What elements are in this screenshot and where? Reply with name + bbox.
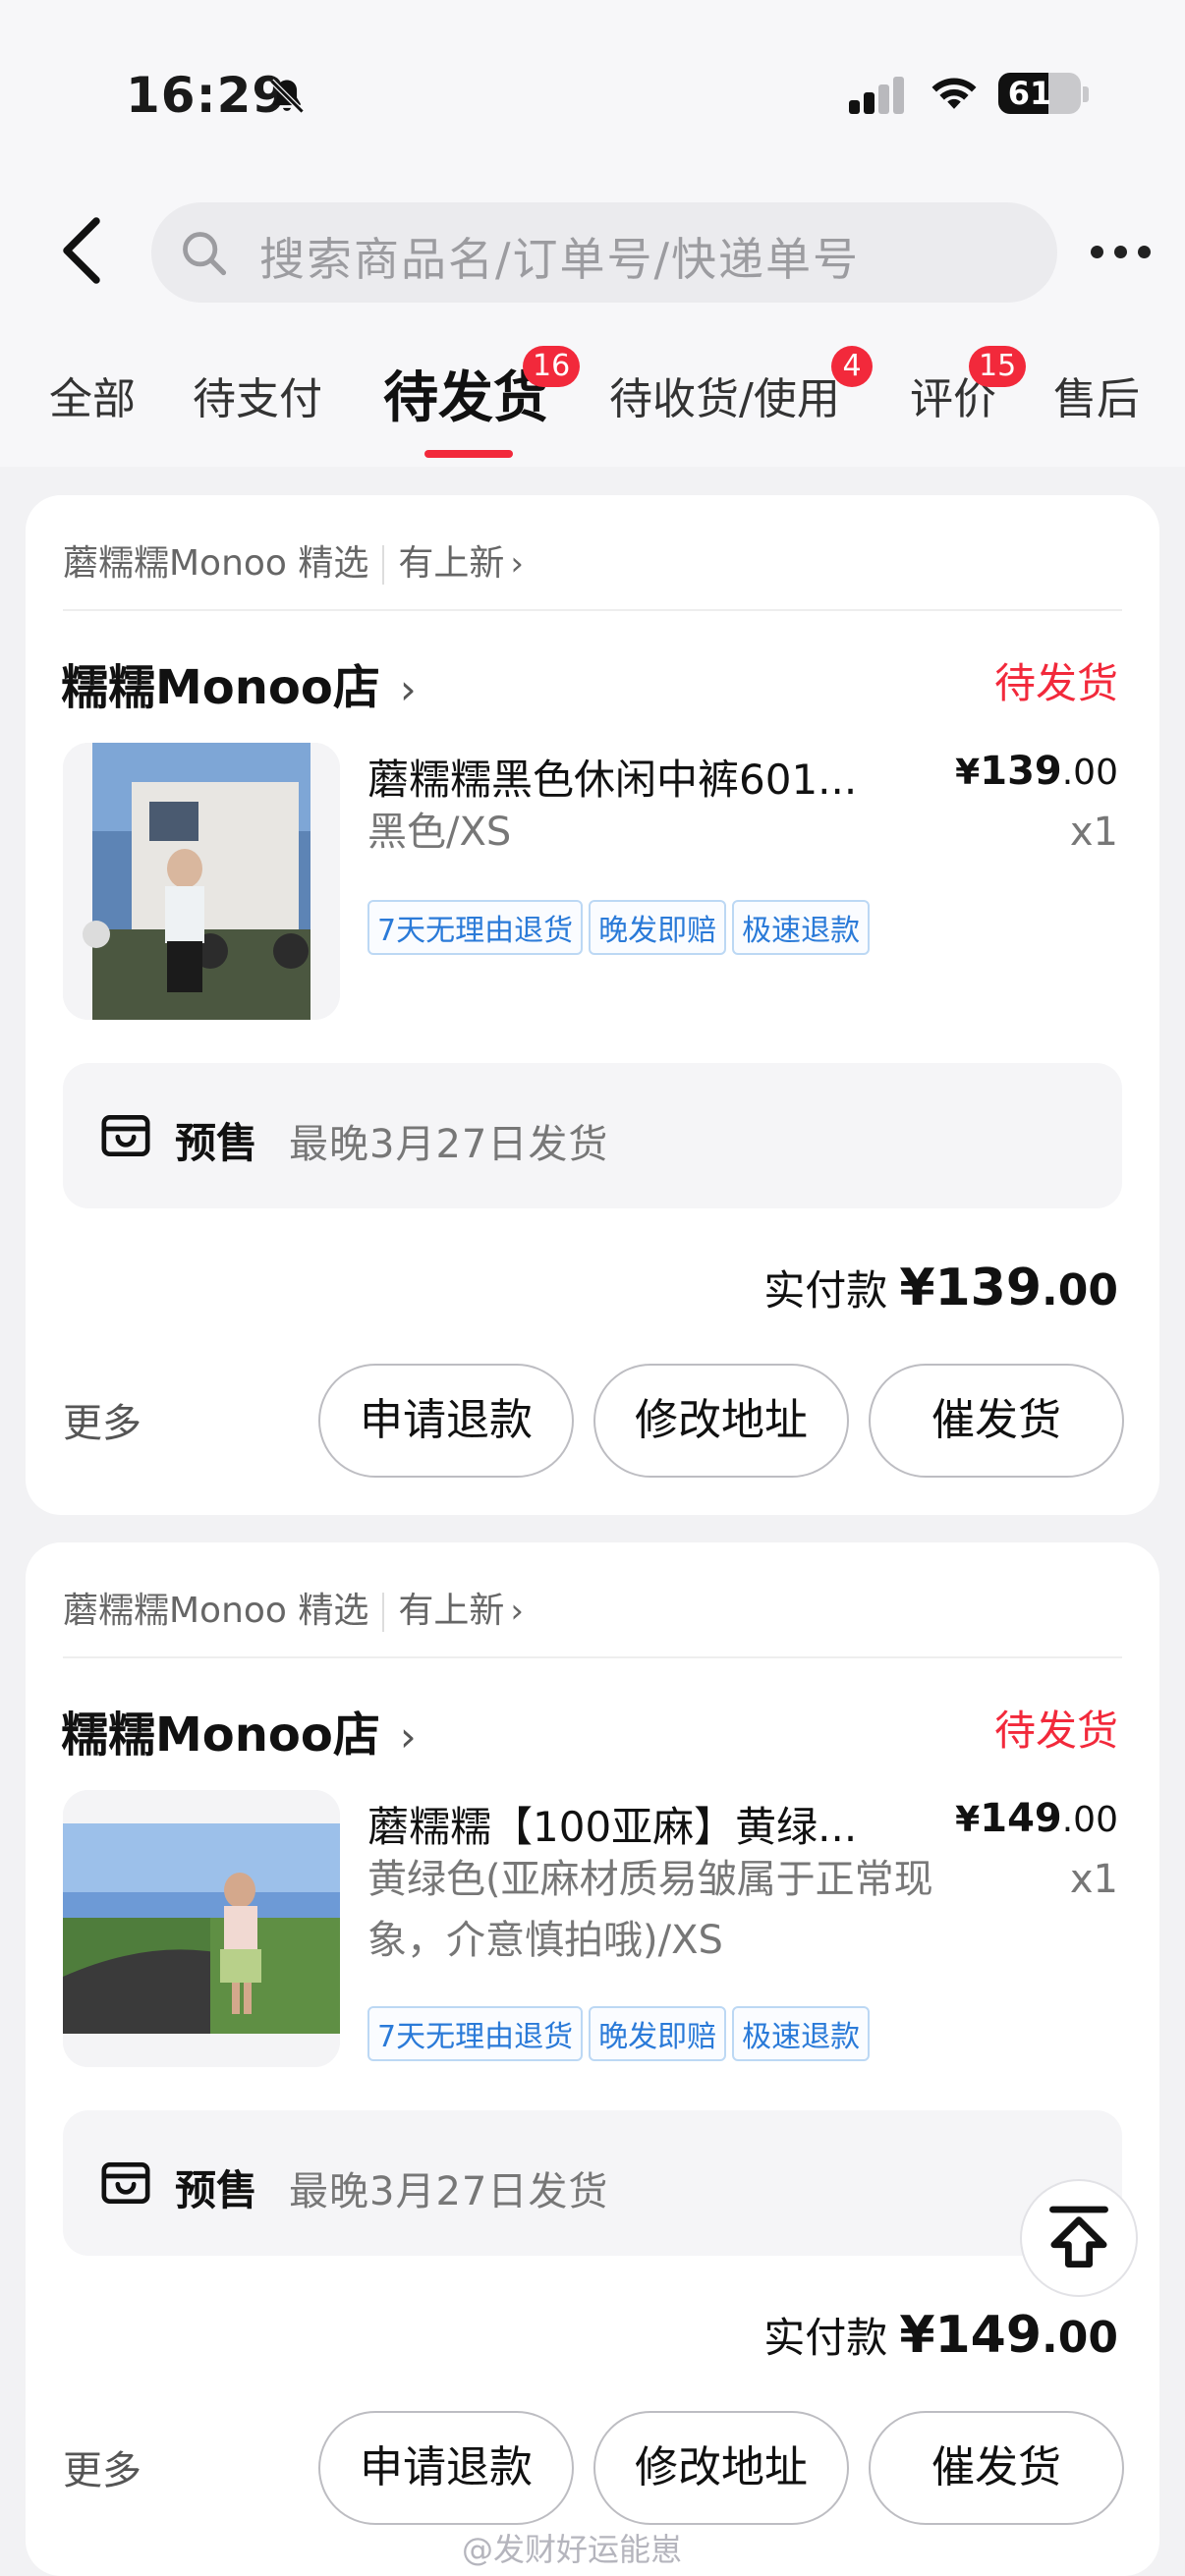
divider — [63, 609, 1122, 611]
request-refund-button[interactable]: 申请退款 — [318, 2411, 574, 2525]
presale-banner: 预售 最晚3月27日发货 — [63, 2110, 1122, 2256]
order-card: 蘑糯糯Monoo 精选 有上新 › 糯糯Monoo店 › 待发货 蘑糯糯黑色休闲中裤6… — [26, 495, 1159, 1515]
price-integer: 139 — [980, 749, 1062, 794]
presale-banner: 预售 最晚3月27日发货 — [63, 1063, 1122, 1208]
active-tab-indicator — [424, 450, 513, 458]
product-photo — [63, 1790, 340, 2067]
change-address-button[interactable]: 修改地址 — [593, 2411, 849, 2525]
chevron-right-icon: › — [399, 665, 417, 713]
tag-late-compensation: 晚发即赔 — [589, 900, 727, 955]
tag-fast-refund: 极速退款 — [732, 900, 871, 955]
chevron-right-icon: › — [510, 544, 525, 584]
service-tags: 7天无理由退货 晚发即赔 极速退款 — [367, 2006, 875, 2061]
chevron-right-icon: › — [399, 1712, 417, 1761]
presale-date: 最晚3月27日发货 — [289, 2169, 609, 2214]
search-placeholder: 搜索商品名/订单号/快递单号 — [259, 233, 860, 286]
paid-amount: ¥149.00 — [899, 2306, 1118, 2365]
price-integer: 149 — [980, 1796, 1062, 1841]
battery-icon: 61 — [998, 73, 1081, 114]
store-source: 蘑糯糯Monoo 精选 — [63, 1591, 369, 1631]
search-input[interactable]: 搜索商品名/订单号/快递单号 — [151, 202, 1057, 303]
price-decimal: .00 — [1061, 753, 1118, 793]
request-refund-button[interactable]: 申请退款 — [318, 1364, 574, 1478]
product-image[interactable] — [63, 743, 340, 1020]
paid-amount-row: 实付款 ¥139.00 — [763, 1258, 1118, 1317]
badge-pending-receipt: 4 — [831, 346, 873, 387]
paid-integer: ¥149 — [899, 2306, 1043, 2365]
paid-label: 实付款 — [763, 2314, 888, 2362]
order-tabs: 全部 待支付 待发货 16 待收货/使用 4 评价 15 售后 — [0, 346, 1185, 462]
chevron-right-icon: › — [510, 1592, 525, 1631]
signal-icon — [849, 75, 908, 114]
badge-pending-shipment: 16 — [523, 346, 581, 387]
tab-pending-receipt[interactable]: 待收货/使用 — [609, 364, 840, 426]
order-status: 待发货 — [993, 659, 1118, 707]
presale-label: 预售 — [175, 1119, 258, 1167]
tag-return: 7天无理由退货 — [367, 2006, 584, 2061]
search-icon — [183, 232, 227, 276]
product-quantity: x1 — [1069, 810, 1118, 855]
order-card: 蘑糯糯Monoo 精选 有上新 › 糯糯Monoo店 › 待发货 蘑糯糯【100亚麻】… — [26, 1542, 1159, 2576]
shop-name-row[interactable]: 糯糯Monoo店 › — [61, 1696, 417, 1764]
presale-box-icon — [101, 2162, 150, 2204]
battery-percent: 61 — [1007, 75, 1052, 112]
tag-fast-refund: 极速退款 — [732, 2006, 871, 2061]
price-currency: ¥ — [955, 1800, 981, 1840]
divider — [63, 1656, 1122, 1658]
separator — [382, 545, 385, 585]
badge-review: 15 — [969, 346, 1027, 387]
wifi-icon — [931, 78, 977, 109]
paid-amount: ¥139.00 — [899, 1259, 1118, 1317]
back-arrow-icon[interactable] — [57, 216, 106, 285]
paid-amount-row: 实付款 ¥149.00 — [763, 2305, 1118, 2365]
shop-name: 糯糯Monoo店 — [61, 1708, 380, 1763]
status-bar: 16:29 61 — [0, 61, 1185, 130]
more-dots-icon[interactable] — [1091, 246, 1152, 259]
tag-return: 7天无理由退货 — [367, 900, 584, 955]
urge-shipment-button[interactable]: 催发货 — [869, 2411, 1124, 2525]
service-tags: 7天无理由退货 晚发即赔 极速退款 — [367, 900, 875, 955]
store-source-link[interactable]: 有上新 — [398, 1591, 504, 1631]
shop-name-row[interactable]: 糯糯Monoo店 › — [61, 648, 417, 717]
paid-decimal: .00 — [1042, 2313, 1118, 2363]
paid-integer: ¥139 — [899, 1259, 1043, 1317]
product-price: ¥139.00 — [955, 749, 1118, 794]
presale-date: 最晚3月27日发货 — [289, 1122, 609, 1167]
battery-tip — [1083, 86, 1089, 102]
tag-late-compensation: 晚发即赔 — [589, 2006, 727, 2061]
tab-after-sales[interactable]: 售后 — [1053, 364, 1140, 426]
product-photo — [63, 743, 340, 1020]
paid-label: 实付款 — [763, 1266, 888, 1315]
product-image[interactable] — [63, 1790, 340, 2067]
price-currency: ¥ — [955, 753, 981, 793]
product-quantity: x1 — [1069, 1857, 1118, 1902]
bell-slash-icon — [269, 79, 305, 114]
paid-decimal: .00 — [1042, 1265, 1118, 1316]
store-source-link[interactable]: 有上新 — [398, 543, 504, 584]
store-source-row[interactable]: 蘑糯糯Monoo 精选 有上新 › — [63, 534, 524, 586]
shop-name: 糯糯Monoo店 — [61, 660, 380, 715]
tab-all[interactable]: 全部 — [49, 364, 136, 426]
urge-shipment-button[interactable]: 催发货 — [869, 1364, 1124, 1478]
more-link[interactable]: 更多 — [63, 2438, 141, 2495]
more-link[interactable]: 更多 — [63, 1391, 141, 1448]
price-decimal: .00 — [1061, 1800, 1118, 1840]
order-status: 待发货 — [993, 1707, 1118, 1755]
product-name[interactable]: 蘑糯糯【100亚麻】黄绿... — [367, 1794, 898, 1854]
product-price: ¥149.00 — [955, 1796, 1118, 1841]
change-address-button[interactable]: 修改地址 — [593, 1364, 849, 1478]
store-source: 蘑糯糯Monoo 精选 — [63, 543, 369, 584]
product-spec: 黄绿色(亚麻材质易皱属于正常现象，介意慎拍哦)/XS — [367, 1857, 933, 1963]
presale-label: 预售 — [175, 2166, 258, 2214]
presale-box-icon — [101, 1115, 150, 1156]
store-source-row[interactable]: 蘑糯糯Monoo 精选 有上新 › — [63, 1582, 524, 1633]
product-spec: 黑色/XS — [367, 810, 512, 855]
separator — [382, 1593, 385, 1632]
watermark: @发财好运能崽 — [462, 2531, 683, 2568]
back-to-top-button[interactable] — [1020, 2179, 1138, 2297]
tab-pending-payment[interactable]: 待支付 — [193, 364, 322, 426]
product-name[interactable]: 蘑糯糯黑色休闲中裤601... — [367, 747, 898, 807]
back-to-top-icon — [1049, 2206, 1108, 2268]
status-time: 16:29 — [126, 67, 288, 124]
